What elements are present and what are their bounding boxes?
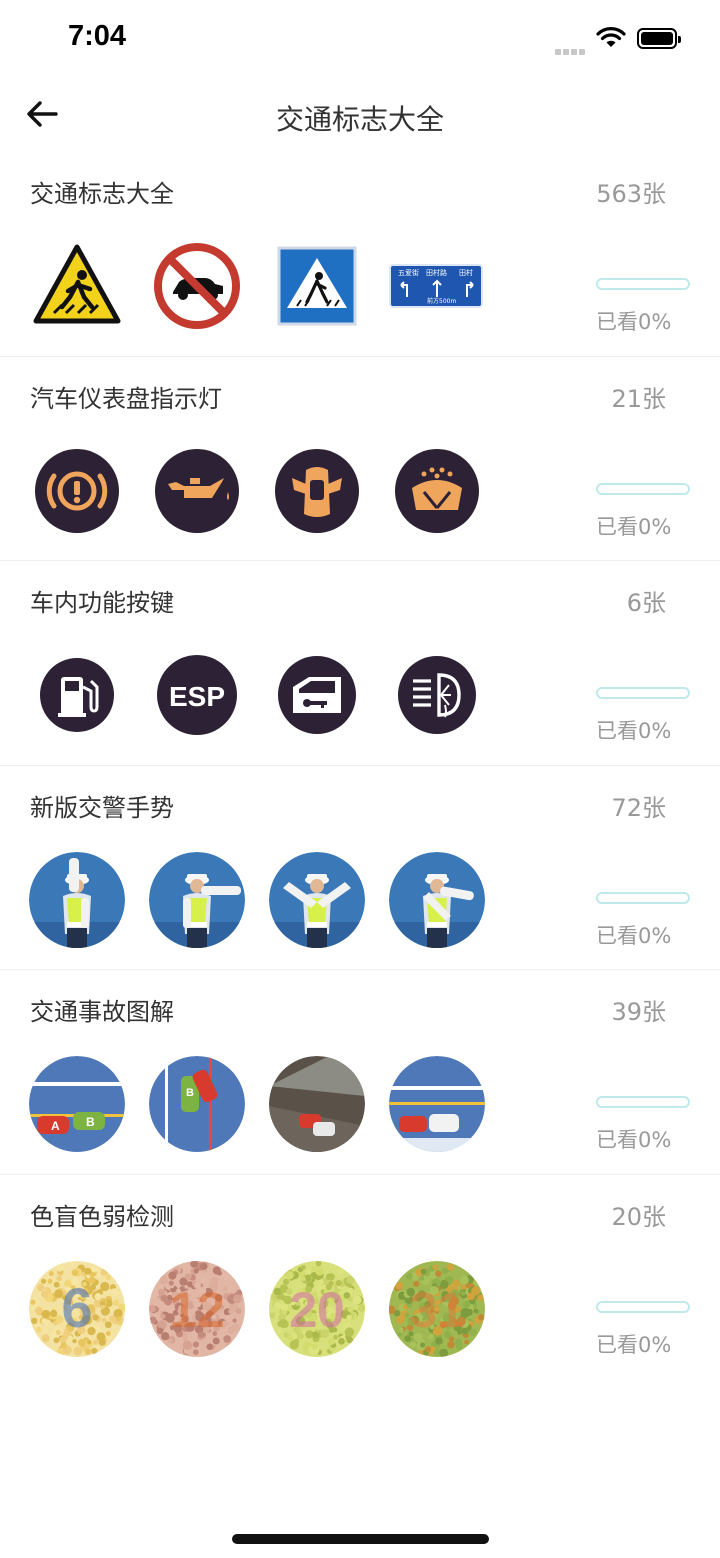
fuel-gauge-icon[interactable] <box>29 647 125 743</box>
category-row[interactable]: 交通事故图解 39张 A B B 已看0% <box>0 970 720 1175</box>
color-test-plate-31-icon[interactable]: 31 <box>389 1260 485 1357</box>
cellular-signal-icon <box>555 40 587 55</box>
viewed-percent: 已看0% <box>596 1128 672 1152</box>
progress-bar <box>596 687 690 699</box>
category-count: 21张 <box>611 384 666 413</box>
esp-button-icon[interactable]: ESP <box>149 647 245 743</box>
viewed-percent: 已看0% <box>596 719 672 743</box>
category-title: 汽车仪表盘指示灯 <box>30 384 222 413</box>
category-title: 新版交警手势 <box>30 793 174 822</box>
viewed-percent: 已看0% <box>596 1332 672 1357</box>
category-row[interactable]: 车内功能按键 6张 ESP 已看0% <box>0 561 720 766</box>
home-indicator <box>232 1534 489 1544</box>
thumbnail-strip: ESP <box>29 647 509 747</box>
door-open-warning-icon[interactable] <box>269 443 365 539</box>
svg-text:前方500m: 前方500m <box>427 297 456 305</box>
svg-text:田村: 田村 <box>459 268 473 277</box>
svg-text:田村路: 田村路 <box>426 268 447 277</box>
accident-diagram-4-icon[interactable] <box>389 1056 485 1152</box>
wifi-icon <box>596 27 626 47</box>
police-right-turn-gesture-icon[interactable] <box>389 851 485 948</box>
page-title: 交通标志大全 <box>275 103 444 136</box>
category-count: 72张 <box>611 793 666 822</box>
viewed-percent: 已看0% <box>596 514 672 539</box>
status-time: 7:04 <box>68 20 127 52</box>
svg-text:B: B <box>186 1087 194 1099</box>
category-row[interactable]: 交通标志大全 563张五爱街 田村路 田村前方500m 已看0% <box>0 152 720 357</box>
washer-fluid-warning-icon[interactable] <box>389 443 485 539</box>
category-count: 20张 <box>611 1202 666 1231</box>
thumbnail-strip: 五爱街 田村路 田村前方500m <box>29 238 509 338</box>
category-list: 交通标志大全 563张 五爱街 田村路 田村 前方500m 已看0% 汽车仪表盘指示灯 21张已… <box>0 152 720 1379</box>
svg-text:B: B <box>86 1115 95 1129</box>
progress-bar <box>596 278 690 290</box>
accident-diagram-3-icon[interactable] <box>269 1056 365 1152</box>
progress-bar <box>596 1300 690 1313</box>
battery-icon <box>637 28 681 49</box>
thumbnail-strip: 6 12 20 31 <box>29 1260 509 1361</box>
police-stop-gesture-icon[interactable] <box>29 851 125 948</box>
pedestrian-warning-sign-icon[interactable] <box>29 238 125 334</box>
accident-diagram-2-icon[interactable]: B <box>149 1056 245 1152</box>
category-row[interactable]: 色盲色弱检测 20张 6 12 20 31 已看0% <box>0 1175 720 1380</box>
svg-text:ESP: ESP <box>169 681 225 712</box>
thumbnail-strip: ABB <box>29 1056 509 1156</box>
parking-brake-warning-icon[interactable] <box>29 443 125 539</box>
progress-bar <box>596 891 690 904</box>
svg-text:12: 12 <box>169 1282 225 1338</box>
color-test-plate-6-icon[interactable]: 6 <box>29 1260 125 1357</box>
viewed-percent: 已看0% <box>596 923 672 948</box>
category-title: 色盲色弱检测 <box>30 1202 174 1231</box>
navigation-bar: 交通标志大全 <box>0 80 720 152</box>
svg-text:31: 31 <box>409 1282 465 1338</box>
category-row[interactable]: 汽车仪表盘指示灯 21张已看0% <box>0 357 720 561</box>
category-count: 39张 <box>611 998 666 1026</box>
oil-pressure-warning-icon[interactable] <box>149 443 245 539</box>
svg-text:20: 20 <box>289 1282 345 1338</box>
category-title: 交通标志大全 <box>30 180 174 208</box>
direction-board-sign-icon[interactable]: 五爱街 田村路 田村前方500m <box>389 238 485 334</box>
category-count: 563张 <box>596 180 666 208</box>
viewed-percent: 已看0% <box>596 310 672 334</box>
progress-bar <box>596 482 690 495</box>
crosswalk-sign-icon[interactable] <box>269 238 365 334</box>
progress-bar <box>596 1096 690 1108</box>
accident-diagram-1-icon[interactable]: AB <box>29 1056 125 1152</box>
thumbnail-strip <box>29 443 509 543</box>
svg-text:6: 6 <box>61 1276 92 1339</box>
color-test-plate-12-icon[interactable]: 12 <box>149 1260 245 1357</box>
svg-text:五爱街: 五爱街 <box>398 268 419 277</box>
color-test-plate-20-icon[interactable]: 20 <box>269 1260 365 1357</box>
category-count: 6张 <box>626 589 666 617</box>
category-title: 车内功能按键 <box>30 589 174 617</box>
police-straight-gesture-icon[interactable] <box>149 851 245 948</box>
headlight-washer-icon[interactable] <box>389 647 485 743</box>
door-lock-key-icon[interactable] <box>269 647 365 743</box>
category-row[interactable]: 新版交警手势 72张 已看0% <box>0 766 720 970</box>
status-bar: 7:04 <box>0 0 720 80</box>
svg-text:A: A <box>51 1119 60 1133</box>
category-title: 交通事故图解 <box>30 998 174 1026</box>
no-cars-sign-icon[interactable] <box>149 238 245 334</box>
police-left-turn-gesture-icon[interactable] <box>269 851 365 948</box>
thumbnail-strip <box>29 851 509 952</box>
